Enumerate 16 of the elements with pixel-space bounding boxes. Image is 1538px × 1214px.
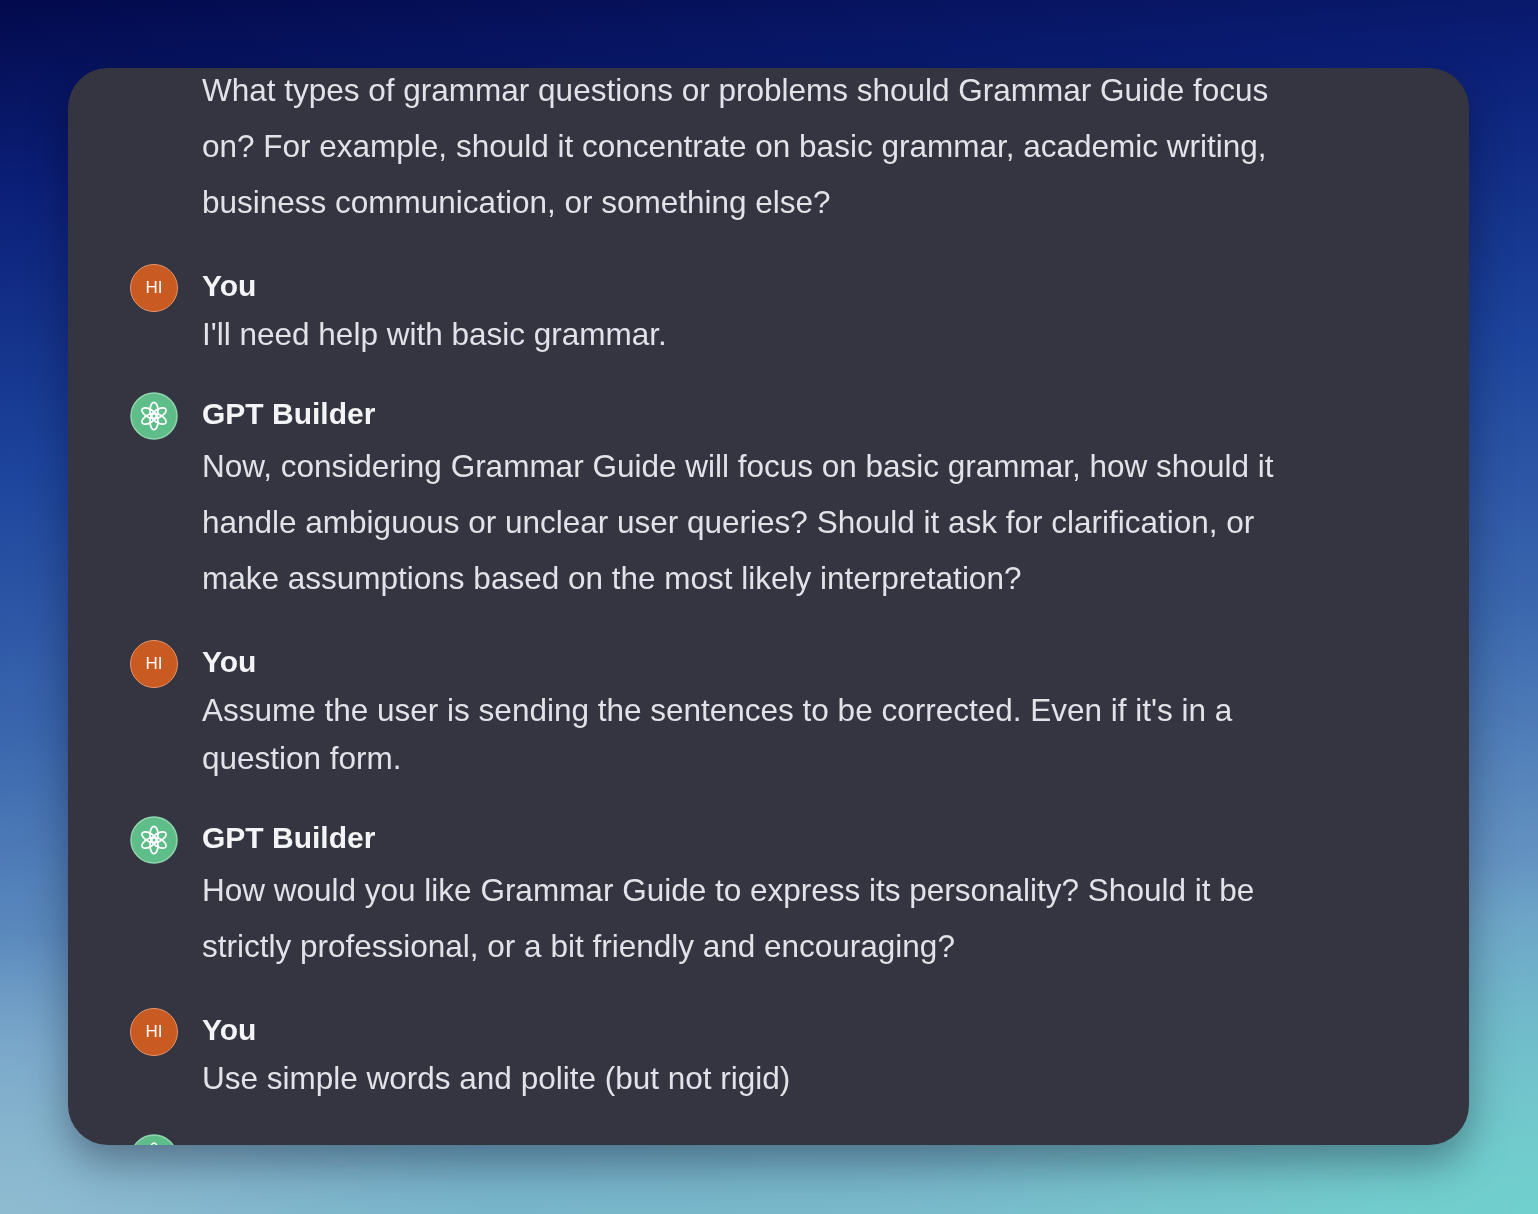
message-text: Assume the user is sending the sentences to be corrected. Even if it's in a question form. — [202, 691, 1233, 778]
user-avatar: HI — [130, 264, 178, 312]
message-text: I'll need help with basic grammar. — [202, 315, 667, 354]
message-text: What types of grammar questions or problems should Grammar Guide focus on? For example, should it concentrate on basic grammar, academic writing, business communication, or something else? — [202, 71, 1269, 222]
message-text: Use simple words and polite (but not rigid) — [202, 1059, 791, 1098]
user-avatar: HI — [130, 1008, 178, 1056]
author-name: You — [202, 268, 257, 304]
author-name: GPT Builder — [202, 820, 376, 856]
author-name: You — [202, 1012, 257, 1048]
atom-avatar-icon — [130, 392, 178, 440]
atom-avatar-icon — [130, 816, 178, 864]
message-text: Now, considering Grammar Guide will focus on basic grammar, how should it handle ambiguous or unclear user queries? Should it ask for clarification, or make assumptions based on the most likely interpretation? — [202, 447, 1274, 598]
message-text: How would you like Grammar Guide to express its personality? Should it be strictly professional, or a bit friendly and encouraging? — [202, 871, 1255, 966]
user-avatar: HI — [130, 640, 178, 688]
author-name: You — [202, 644, 257, 680]
author-name: GPT Builder — [202, 396, 376, 432]
